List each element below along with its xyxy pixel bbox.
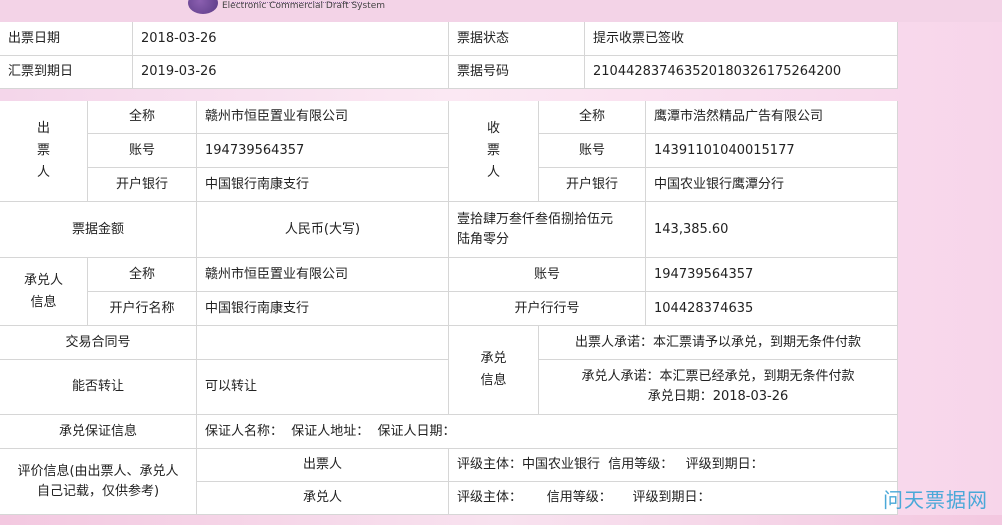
rating-label-line-2: 自己记载，仅供参考): [36, 483, 160, 499]
acceptor-bank-no-label: 开户行行号: [449, 292, 646, 326]
drawer-label-char: 票: [36, 143, 50, 158]
due-date-label: 汇票到期日: [0, 56, 133, 89]
draft-summary-panel: 出票日期 2018-03-26 票据状态 提示收票已签收 汇票到期日 2019-…: [0, 22, 898, 89]
payee-account-value: 14391101040015177: [646, 134, 898, 168]
transfer-label: 能否转让: [0, 360, 197, 415]
drawer-label-char: 人: [36, 165, 50, 180]
guarantee-value: 保证人名称： 保证人地址： 保证人日期：: [197, 415, 898, 449]
rating-acceptor-label: 承兑人: [197, 482, 449, 515]
acceptor-bank-value: 中国银行南康支行: [197, 292, 449, 326]
drawer-name-label: 全称: [88, 101, 197, 134]
acceptor-section-label: 承兑人 信息: [0, 258, 88, 326]
drawer-promise: 出票人承诺：本汇票请予以承兑，到期无条件付款: [539, 326, 898, 360]
contract-number-label: 交易合同号: [0, 326, 197, 360]
acceptor-bank-label: 开户行名称: [88, 292, 197, 326]
acceptance-info-line-2: 信息: [480, 373, 507, 388]
rating-acceptor-value: 评级主体： 信用等级： 评级到期日：: [449, 482, 898, 515]
draft-number-label: 票据号码: [449, 56, 585, 89]
acceptor-account-label: 账号: [449, 258, 646, 292]
amount-words-line-1: 壹拾肆万叁仟叁佰捌拾伍元: [457, 211, 614, 227]
acceptor-account-value: 194739564357: [646, 258, 898, 292]
status-label: 票据状态: [449, 22, 585, 56]
header-strip: Electronic Commercial Draft System: [0, 0, 1002, 22]
amount-in-words: 壹拾肆万叁仟叁佰捌拾伍元 陆角零分: [449, 202, 646, 258]
rating-drawer-label: 出票人: [197, 449, 449, 482]
acceptor-label-line-2: 信息: [30, 294, 57, 310]
rating-drawer-value: 评级主体：中国农业银行 信用等级： 评级到期日：: [449, 449, 898, 482]
payee-label-char: 票: [486, 143, 500, 158]
issue-date-value: 2018-03-26: [133, 22, 449, 56]
drawer-name-value: 赣州市恒臣置业有限公司: [197, 101, 449, 134]
acceptor-name-value: 赣州市恒臣置业有限公司: [197, 258, 449, 292]
issue-date-label: 出票日期: [0, 22, 133, 56]
acceptor-name-label: 全称: [88, 258, 197, 292]
draft-number-value: 210442837463520180326175264200: [585, 56, 898, 89]
amount-currency-label: 人民币(大写): [197, 202, 449, 258]
system-logo-icon: [188, 0, 218, 14]
payee-name-label: 全称: [539, 101, 646, 134]
drawer-account-value: 194739564357: [197, 134, 449, 168]
acceptance-info-line-1: 承兑: [480, 351, 507, 366]
amount-figure: 143,385.60: [646, 202, 898, 258]
status-value: 提示收票已签收: [585, 22, 898, 56]
logo-subtitle: Electronic Commercial Draft System: [222, 1, 386, 11]
acceptor-bank-no-value: 104428374635: [646, 292, 898, 326]
payee-bank-label: 开户银行: [539, 168, 646, 202]
payee-bank-value: 中国农业银行鹰潭分行: [646, 168, 898, 202]
guarantee-label: 承兑保证信息: [0, 415, 197, 449]
drawer-bank-label: 开户银行: [88, 168, 197, 202]
drawer-section-label: 出 票 人: [0, 101, 88, 202]
due-date-value: 2019-03-26: [133, 56, 449, 89]
acceptor-promise-block: 承兑人承诺：本汇票已经承兑，到期无条件付款 承兑日期：2018-03-26: [539, 360, 898, 415]
drawer-label-char: 出: [36, 121, 50, 136]
drawer-bank-value: 中国银行南康支行: [197, 168, 449, 202]
amount-label: 票据金额: [0, 202, 197, 258]
rating-label-line-1: 评价信息(由出票人、承兑人: [17, 463, 179, 479]
site-watermark: 问天票据网: [883, 488, 988, 512]
draft-detail-panel: 出 票 人 全称 赣州市恒臣置业有限公司 账号 194739564357 开户银…: [0, 101, 898, 515]
payee-name-value: 鹰潭市浩然精品广告有限公司: [646, 101, 898, 134]
payee-label-char: 收: [486, 121, 500, 136]
payee-section-label: 收 票 人: [449, 101, 539, 202]
transfer-value: 可以转让: [197, 360, 449, 415]
acceptor-label-line-1: 承兑人: [23, 272, 63, 288]
payee-label-char: 人: [486, 165, 500, 180]
acceptor-promise: 承兑人承诺：本汇票已经承兑，到期无条件付款: [581, 369, 855, 384]
acceptance-info-label: 承兑 信息: [449, 326, 539, 415]
drawer-account-label: 账号: [88, 134, 197, 168]
payee-account-label: 账号: [539, 134, 646, 168]
amount-words-line-2: 陆角零分: [457, 231, 510, 247]
acceptance-date: 承兑日期：2018-03-26: [647, 389, 789, 404]
contract-number-value: [197, 326, 449, 360]
rating-info-label: 评价信息(由出票人、承兑人 自己记载，仅供参考): [0, 449, 197, 515]
bottom-decoration: [0, 515, 1002, 525]
